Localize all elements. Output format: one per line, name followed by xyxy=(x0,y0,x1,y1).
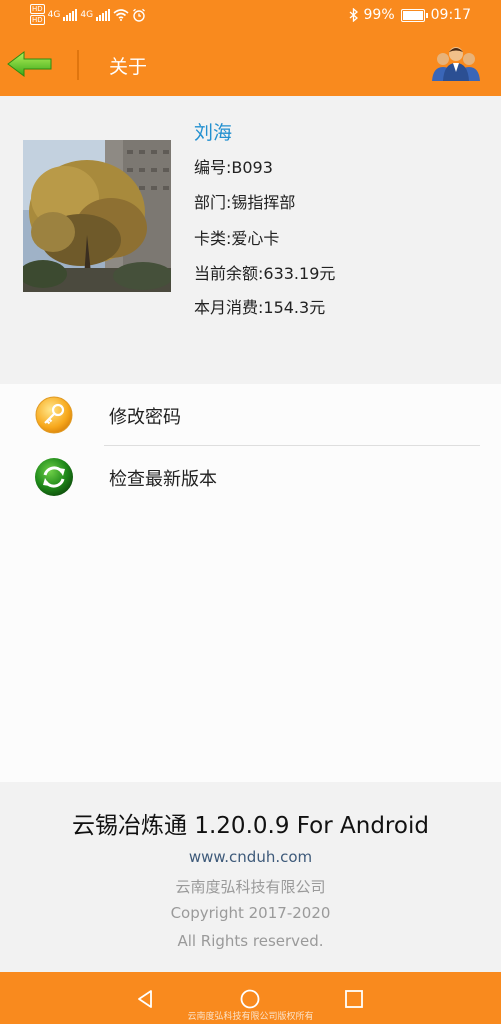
change-password-item[interactable]: 修改密码 xyxy=(0,384,501,446)
bluetooth-icon xyxy=(349,8,358,22)
top-app-bar: 关于 xyxy=(0,32,501,96)
check-update-label: 检查最新版本 xyxy=(109,469,217,490)
system-nav-bar: 云南度弘科技有限公司版权所有 xyxy=(0,972,501,1024)
back-arrow-icon xyxy=(7,51,52,77)
monthly-spend: 本月消费:154.3元 xyxy=(194,298,326,317)
battery-icon xyxy=(400,8,428,22)
profile-card: 刘海 编号:B093 部门:锡指挥部 卡类:爱心卡 当前余额:633.19元 本… xyxy=(0,96,501,384)
avatar xyxy=(23,140,171,292)
website-link[interactable]: www.cnduh.com xyxy=(0,848,501,866)
clock: 09:17 xyxy=(430,7,471,23)
rights-text: All Rights reserved. xyxy=(177,932,324,950)
wifi-icon xyxy=(113,8,129,21)
battery-percent: 99% xyxy=(363,7,395,23)
back-button[interactable] xyxy=(6,50,54,78)
settings-menu: 修改密码 检查最新版本 xyxy=(0,384,501,782)
network-type-2: 4G xyxy=(80,9,94,20)
employee-number: 编号:B093 xyxy=(194,158,273,177)
about-footer: 云锡冶炼通 1.20.0.9 For Android www.cnduh.com… xyxy=(0,782,501,972)
hd-indicator: HD HD xyxy=(30,4,45,25)
hd-bottom-label: HD xyxy=(30,15,45,25)
current-balance: 当前余额:633.19元 xyxy=(194,264,336,283)
key-icon xyxy=(35,396,73,434)
department: 部门:锡指挥部 xyxy=(194,193,296,212)
card-type: 卡类:爱心卡 xyxy=(194,229,280,248)
users-group-icon xyxy=(432,47,480,81)
signal-icon xyxy=(63,8,78,21)
signal-icon-2 xyxy=(96,8,111,21)
title-divider xyxy=(77,50,79,80)
nav-recents-icon[interactable] xyxy=(343,988,365,1010)
user-name: 刘海 xyxy=(194,122,233,144)
page-title: 关于 xyxy=(109,56,148,78)
check-update-item[interactable]: 检查最新版本 xyxy=(0,446,501,508)
network-type-1: 4G xyxy=(47,9,61,20)
change-password-label: 修改密码 xyxy=(109,407,181,428)
refresh-icon xyxy=(35,458,73,496)
alarm-icon xyxy=(133,8,145,22)
status-bar: HD HD 4G 4G 99% 09:17 xyxy=(0,0,501,32)
app-version-title: 云锡冶炼通 1.20.0.9 For Android xyxy=(72,813,429,839)
hd-top-label: HD xyxy=(30,4,45,14)
status-left: HD HD 4G 4G xyxy=(30,4,146,25)
copyright-watermark: 云南度弘科技有限公司版权所有 xyxy=(187,1012,314,1022)
users-button[interactable] xyxy=(431,44,481,82)
copyright-text: Copyright 2017-2020 xyxy=(170,904,331,922)
nav-back-icon[interactable] xyxy=(134,988,156,1010)
nav-home-icon[interactable] xyxy=(239,988,261,1010)
status-right: 99% 09:17 xyxy=(349,7,471,23)
company-name: 云南度弘科技有限公司 xyxy=(175,878,326,896)
